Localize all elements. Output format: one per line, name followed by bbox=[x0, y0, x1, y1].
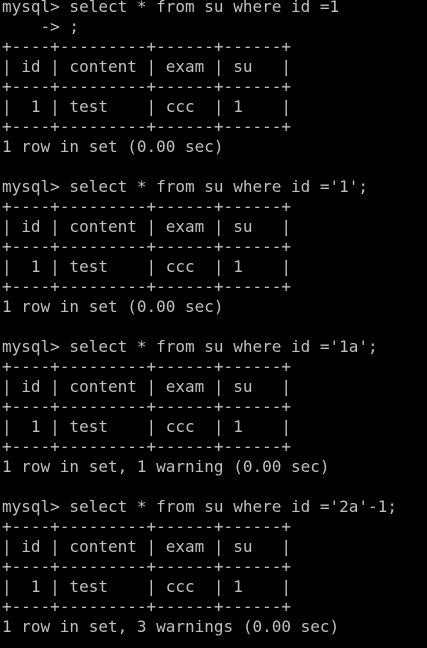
result-summary: 1 row in set (0.00 sec) bbox=[2, 297, 224, 316]
table-row: | 1 | test | ccc | 1 | bbox=[2, 417, 291, 436]
table-row: | 1 | test | ccc | 1 | bbox=[2, 577, 291, 596]
table-border: +----+---------+------+------+ bbox=[2, 237, 291, 256]
table-border: +----+---------+------+------+ bbox=[2, 597, 291, 616]
table-border: +----+---------+------+------+ bbox=[2, 197, 291, 216]
result-summary: 1 row in set (0.00 sec) bbox=[2, 137, 224, 156]
table-header: | id | content | exam | su | bbox=[2, 57, 291, 76]
command-line: mysql> select * from su where id ='1'; bbox=[2, 177, 369, 196]
table-header: | id | content | exam | su | bbox=[2, 217, 291, 236]
table-border: +----+---------+------+------+ bbox=[2, 517, 291, 536]
table-border: +----+---------+------+------+ bbox=[2, 117, 291, 136]
continuation-line: -> ; bbox=[2, 17, 80, 36]
result-summary: 1 row in set, 1 warning (0.00 sec) bbox=[2, 457, 330, 476]
table-border: +----+---------+------+------+ bbox=[2, 277, 291, 296]
table-border: +----+---------+------+------+ bbox=[2, 37, 291, 56]
table-border: +----+---------+------+------+ bbox=[2, 437, 291, 456]
mysql-terminal[interactable]: mysql> select * from su where id =1 -> ;… bbox=[0, 0, 427, 648]
command-line: mysql> select * from su where id ='2a'-1… bbox=[2, 497, 397, 516]
table-border: +----+---------+------+------+ bbox=[2, 357, 291, 376]
command-line: mysql> select * from su where id =1 bbox=[2, 0, 340, 16]
table-row: | 1 | test | ccc | 1 | bbox=[2, 257, 291, 276]
table-border: +----+---------+------+------+ bbox=[2, 557, 291, 576]
table-header: | id | content | exam | su | bbox=[2, 377, 291, 396]
table-border: +----+---------+------+------+ bbox=[2, 397, 291, 416]
command-line: mysql> select * from su where id ='1a'; bbox=[2, 337, 378, 356]
table-header: | id | content | exam | su | bbox=[2, 537, 291, 556]
result-summary: 1 row in set, 3 warnings (0.00 sec) bbox=[2, 617, 340, 636]
table-border: +----+---------+------+------+ bbox=[2, 77, 291, 96]
table-row: | 1 | test | ccc | 1 | bbox=[2, 97, 291, 116]
